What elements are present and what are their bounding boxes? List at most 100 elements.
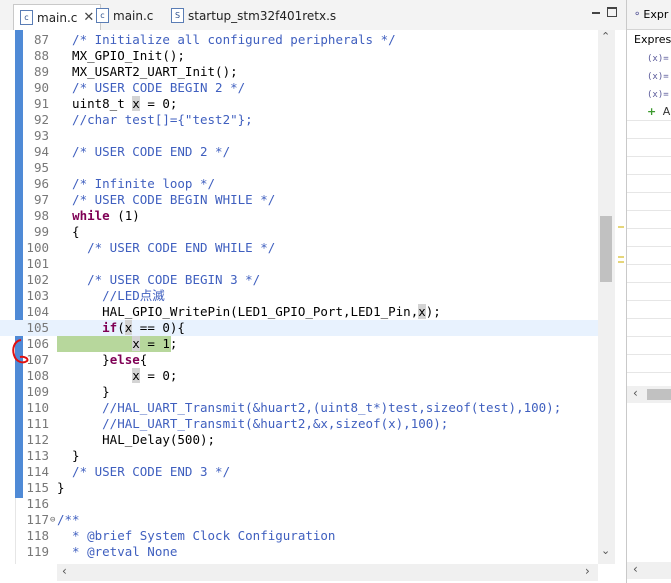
line-number: 114 [26, 464, 49, 479]
vertical-scroll-thumb[interactable] [600, 216, 612, 282]
code-line[interactable]: 99 { [0, 224, 598, 240]
code-line[interactable]: 105 if(x == 0){ [0, 320, 598, 336]
vertical-scrollbar[interactable]: ⌃ ⌄ [598, 30, 615, 564]
code-line[interactable]: 96 /* Infinite loop */ [0, 176, 598, 192]
code-line[interactable]: 88 MX_GPIO_Init(); [0, 48, 598, 64]
code-text: { [57, 224, 80, 239]
add-expression-label: A [662, 105, 671, 118]
code-line[interactable]: 101 [0, 256, 598, 272]
line-number: 108 [26, 368, 49, 383]
code-line[interactable]: 118 * @brief System Clock Configuration [0, 528, 598, 544]
code-line[interactable]: 114 /* USER CODE END 3 */ [0, 464, 598, 480]
code-editor[interactable]: 87 /* Initialize all configured peripher… [0, 30, 626, 564]
code-line[interactable]: 87 /* Initialize all configured peripher… [0, 32, 598, 48]
code-text: if(x == 0){ [102, 320, 185, 335]
code-line[interactable]: 115} [0, 480, 598, 496]
occurrence-mark[interactable] [618, 226, 624, 228]
line-number: 110 [26, 400, 49, 415]
code-line[interactable]: 97 /* USER CODE BEGIN WHILE */ [0, 192, 598, 208]
code-line[interactable]: 92 //char test[]={"test2"}; [0, 112, 598, 128]
panel-scroll-thumb[interactable] [647, 389, 671, 400]
code-line[interactable]: 102 /* USER CODE BEGIN 3 */ [0, 272, 598, 288]
code-line[interactable]: 91 uint8_t x = 0; [0, 96, 598, 112]
occurrence-mark[interactable] [618, 256, 624, 258]
asm-file-icon: S [171, 8, 184, 23]
line-number: 97 [33, 192, 49, 207]
code-text: //char test[]={"test2"}; [57, 112, 253, 127]
panel-column-header: Express [634, 33, 671, 46]
scroll-down-icon[interactable]: ⌄ [601, 544, 610, 557]
expression-row[interactable]: (x)= x [647, 85, 671, 103]
scroll-left-icon[interactable]: ‹ [62, 564, 67, 578]
line-number: 92 [33, 112, 49, 127]
line-number: 99 [33, 224, 49, 239]
code-line[interactable]: 116 [0, 496, 598, 512]
line-number: 95 [33, 160, 49, 175]
tab-expressions[interactable]: ⚬ Expr [627, 0, 671, 30]
code-text: /* USER CODE END 3 */ [57, 464, 231, 479]
add-expression-row[interactable]: + A [647, 103, 670, 121]
code-text: }else{ [57, 352, 148, 367]
tab-startup-s[interactable]: S startup_stm32f401retx.s [165, 5, 342, 26]
minimize-button[interactable] [591, 7, 601, 17]
maximize-button[interactable] [607, 7, 617, 17]
add-icon: + [647, 105, 657, 118]
code-line[interactable]: 119 * @retval None [0, 544, 598, 560]
horizontal-scrollbar[interactable]: ‹ › [57, 564, 598, 581]
code-line[interactable]: 109 } [0, 384, 598, 400]
line-number: 98 [33, 208, 49, 223]
scroll-up-icon[interactable]: ⌃ [601, 30, 610, 43]
expression-row[interactable]: (x)= x [647, 49, 671, 67]
tab-label: startup_stm32f401retx.s [188, 8, 337, 23]
tab-label: main.c [37, 10, 78, 25]
scroll-left-icon[interactable]: ‹ [633, 386, 638, 400]
code-text: } [57, 448, 80, 463]
code-line[interactable]: 107 }else{ [0, 352, 598, 368]
code-line[interactable]: 100 /* USER CODE END WHILE */ [0, 240, 598, 256]
code-line[interactable]: 108 x = 0; [0, 368, 598, 384]
code-line[interactable]: 112 HAL_Delay(500); [0, 432, 598, 448]
code-line[interactable]: 103 //LED点滅 [0, 288, 598, 304]
panel-horizontal-scrollbar[interactable]: ‹ [627, 386, 671, 403]
occurrence-mark[interactable] [618, 261, 624, 263]
variable-icon: (x)= [647, 90, 669, 100]
code-text: /* USER CODE END 2 */ [57, 144, 231, 159]
c-file-icon: c [20, 10, 33, 25]
line-number: 112 [26, 432, 49, 447]
code-text: //HAL_UART_Transmit(&huart2,&x,sizeof(x)… [57, 416, 449, 431]
tab-main-c-active[interactable]: c main.c ✕ [13, 4, 102, 30]
code-text: /* Infinite loop */ [57, 176, 216, 191]
code-line[interactable]: 117 ⊖/** [0, 512, 598, 528]
code-text: HAL_Delay(500); [57, 432, 216, 447]
code-line[interactable]: 98 while (1) [0, 208, 598, 224]
code-line[interactable]: 94 /* USER CODE END 2 */ [0, 144, 598, 160]
code-text: //LED点滅 [57, 288, 165, 303]
scroll-right-icon[interactable]: › [585, 564, 590, 578]
expression-row[interactable]: (x)= x [647, 67, 671, 85]
tab-main-c[interactable]: c main.c [90, 5, 159, 26]
code-line[interactable]: 89 MX_USART2_UART_Init(); [0, 64, 598, 80]
line-number: 90 [33, 80, 49, 95]
panel-bottom-scrollbar[interactable]: ‹ [627, 562, 671, 579]
line-number: 102 [26, 272, 49, 287]
code-line[interactable]: 106 x = 1; [0, 336, 598, 352]
code-text: uint8_t x = 0; [57, 96, 178, 111]
line-number: 119 [26, 544, 49, 559]
code-line[interactable]: 90 /* USER CODE BEGIN 2 */ [0, 80, 598, 96]
code-text: HAL_GPIO_WritePin(LED1_GPIO_Port,LED1_Pi… [57, 304, 441, 319]
scroll-left-icon[interactable]: ‹ [633, 562, 638, 576]
line-number: 88 [33, 48, 49, 63]
code-text: MX_USART2_UART_Init(); [57, 64, 238, 79]
code-line[interactable]: 110 //HAL_UART_Transmit(&huart2,(uint8_t… [0, 400, 598, 416]
marker-ruler[interactable] [616, 30, 626, 564]
code-line[interactable]: 111 //HAL_UART_Transmit(&huart2,&x,sizeo… [0, 416, 598, 432]
code-line[interactable]: 93 [0, 128, 598, 144]
line-number: 94 [33, 144, 49, 159]
line-number: 116 [26, 496, 49, 511]
code-line[interactable]: 113 } [0, 448, 598, 464]
fold-icon[interactable]: ⊖ [50, 512, 55, 528]
code-text: /* Initialize all configured peripherals… [57, 32, 396, 47]
code-line[interactable]: 104 HAL_GPIO_WritePin(LED1_GPIO_Port,LED… [0, 304, 598, 320]
line-number: 96 [33, 176, 49, 191]
code-line[interactable]: 95 [0, 160, 598, 176]
